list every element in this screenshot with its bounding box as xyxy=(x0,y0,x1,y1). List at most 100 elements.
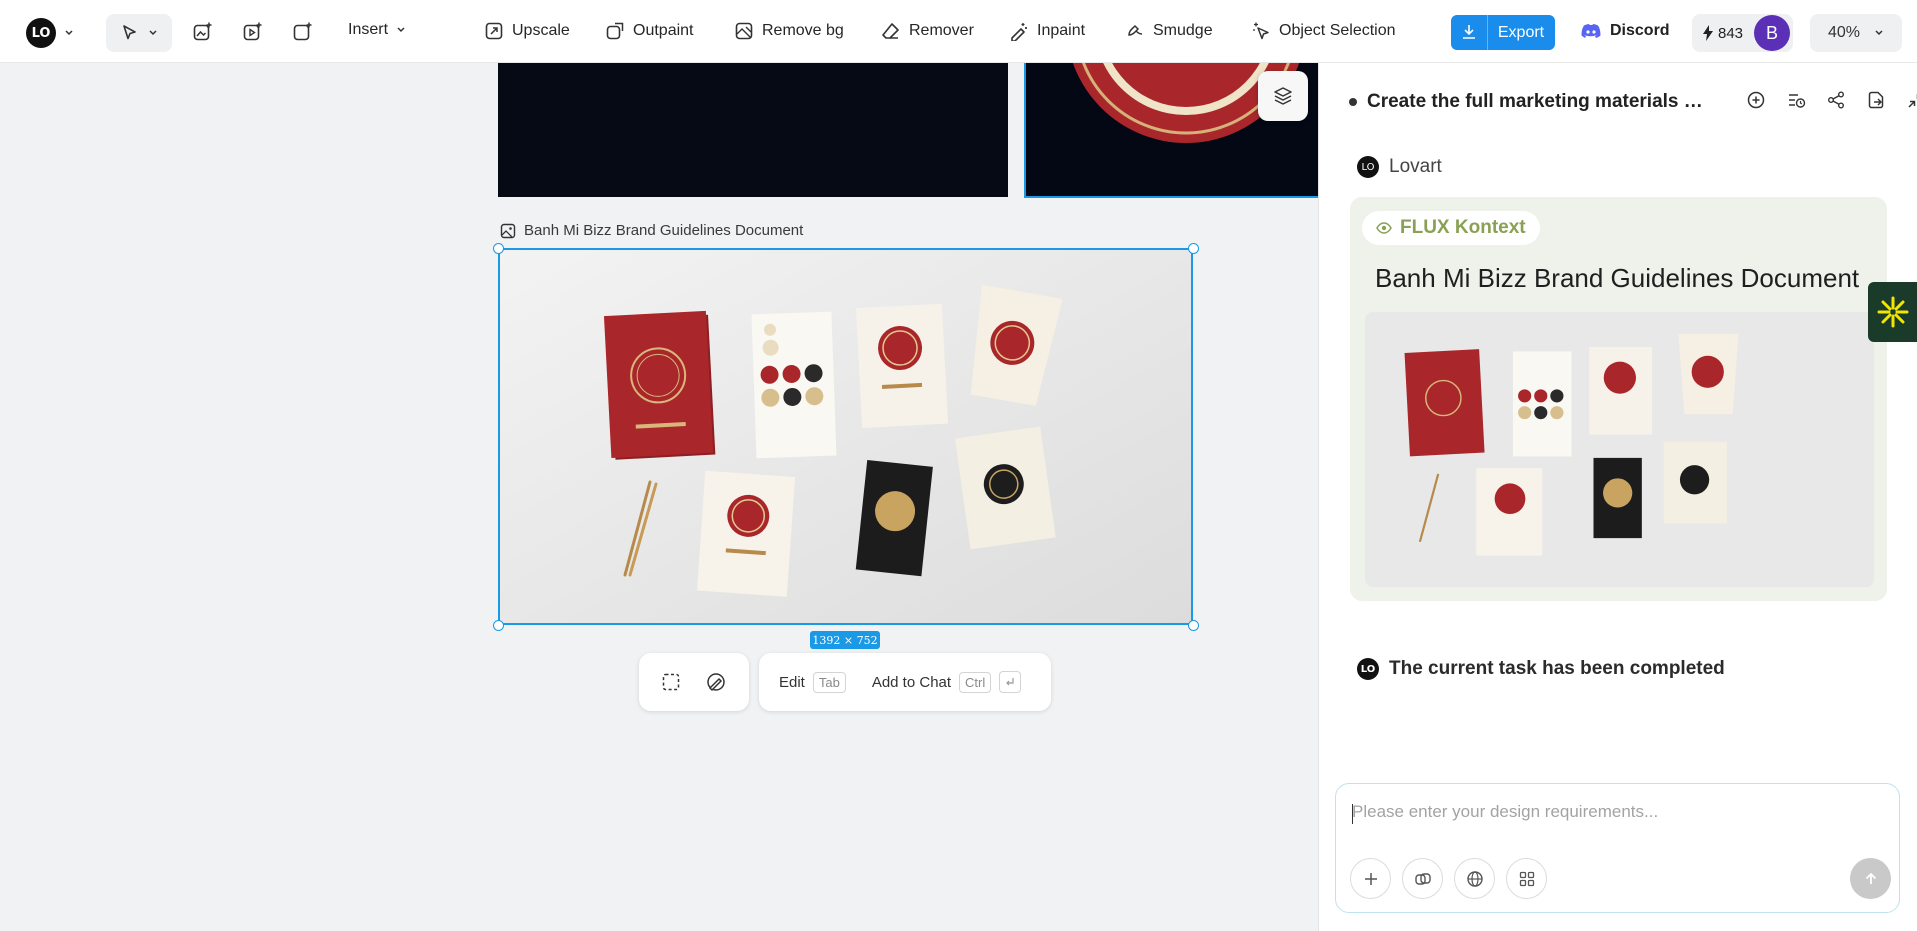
eye-icon xyxy=(1376,222,1392,234)
remover-label: Remover xyxy=(909,22,974,39)
design-canvas[interactable]: Banh Mi Bizz Brand Guidelines Document 1… xyxy=(0,63,1318,931)
eraser-icon xyxy=(882,23,899,39)
enter-key-icon xyxy=(999,671,1022,693)
image-icon xyxy=(500,223,516,238)
add-to-chat-shortcut-key: Ctrl xyxy=(959,671,992,693)
object-selection-icon xyxy=(1253,22,1269,40)
insert-menu[interactable]: Insert xyxy=(348,21,406,39)
outpaint-icon xyxy=(606,22,624,40)
attach-button[interactable] xyxy=(1350,858,1391,899)
selected-image-frame[interactable] xyxy=(498,248,1193,625)
globe-icon xyxy=(1466,870,1483,887)
plus-icon xyxy=(1364,872,1377,885)
resize-handle-top-right[interactable] xyxy=(1188,243,1199,254)
history-icon xyxy=(1789,94,1806,108)
lightning-icon xyxy=(1703,25,1713,41)
user-avatar[interactable]: B xyxy=(1754,15,1790,51)
inpaint-label: Inpaint xyxy=(1037,22,1086,39)
export-label: Export xyxy=(1497,23,1545,41)
discord-link[interactable]: Discord xyxy=(1580,22,1670,40)
collapse-panel-button[interactable] xyxy=(1905,89,1917,111)
result-title: Banh Mi Bizz Brand Guidelines Document xyxy=(1375,263,1860,293)
select-tool-button[interactable] xyxy=(106,14,172,52)
zoom-level: 40% xyxy=(1827,24,1861,41)
video-plus-icon xyxy=(243,22,262,41)
canvas-image-dark[interactable] xyxy=(498,63,1008,197)
chat-input[interactable] xyxy=(1352,802,1872,822)
assistant-side-tab[interactable] xyxy=(1868,282,1917,342)
web-search-button[interactable] xyxy=(1454,858,1495,899)
task-status-text: The current task has been completed xyxy=(1389,658,1725,679)
generation-result-card[interactable]: FLUX Kontext Banh Mi Bizz Brand Guidelin… xyxy=(1350,197,1887,601)
remove-bg-button[interactable]: Remove bg xyxy=(734,21,844,41)
export-button[interactable]: Export xyxy=(1451,15,1555,50)
share-button[interactable] xyxy=(1825,89,1847,111)
header-actions xyxy=(1745,89,1917,111)
conversation-title[interactable]: Create the full marketing materials to..… xyxy=(1367,91,1707,113)
apps-button[interactable] xyxy=(1506,858,1547,899)
layers-button[interactable] xyxy=(1258,71,1308,121)
inpaint-button[interactable]: Inpaint xyxy=(1009,21,1085,41)
marquee-select-button[interactable] xyxy=(661,672,681,692)
assistant-logo-icon: LO xyxy=(1357,156,1379,178)
edit-shortcut-key: Tab xyxy=(812,671,846,693)
link-icon xyxy=(1414,872,1431,885)
magic-edit-icon xyxy=(707,673,725,692)
status-dot xyxy=(1349,98,1357,106)
link-button[interactable] xyxy=(1402,858,1443,899)
resize-handle-top-left[interactable] xyxy=(493,243,504,254)
collapse-icon xyxy=(1908,94,1917,108)
smudge-button[interactable]: Smudge xyxy=(1125,21,1213,41)
download-icon xyxy=(1463,25,1475,39)
magic-edit-button[interactable] xyxy=(705,671,727,693)
upscale-button[interactable]: Upscale xyxy=(484,21,570,41)
history-button[interactable] xyxy=(1785,89,1807,111)
chevron-down-icon xyxy=(149,30,157,36)
new-chat-button[interactable] xyxy=(1745,89,1767,111)
layers-icon xyxy=(1274,87,1292,105)
image-title-text: Banh Mi Bizz Brand Guidelines Document xyxy=(524,222,804,239)
share-icon xyxy=(1828,91,1844,109)
assistant-header: LO Lovart xyxy=(1357,156,1442,178)
image-dimensions-badge: 1392 × 752 xyxy=(810,631,880,649)
smudge-label: Smudge xyxy=(1153,22,1213,39)
add-video-button[interactable] xyxy=(241,20,265,44)
outpaint-button[interactable]: Outpaint xyxy=(605,21,693,41)
image-title-label[interactable]: Banh Mi Bizz Brand Guidelines Document xyxy=(500,222,803,239)
chat-panel-header: Create the full marketing materials to..… xyxy=(1349,87,1917,117)
result-thumbnail[interactable] xyxy=(1365,312,1874,587)
export-file-button[interactable] xyxy=(1865,89,1887,111)
add-to-chat-button[interactable]: Add to Chat xyxy=(872,674,951,691)
image-edit-actions: Edit Tab Add to Chat Ctrl xyxy=(759,653,1051,711)
cursor-icon xyxy=(123,25,136,40)
inpaint-icon xyxy=(1011,23,1027,41)
add-frame-button[interactable] xyxy=(291,20,315,44)
composer-tools xyxy=(1350,858,1547,899)
send-button[interactable] xyxy=(1850,858,1891,899)
object-selection-label: Object Selection xyxy=(1279,22,1396,39)
object-selection-button[interactable]: Object Selection xyxy=(1251,21,1396,41)
arrow-up-icon xyxy=(1865,872,1876,884)
outpaint-label: Outpaint xyxy=(633,22,694,39)
chevron-down-icon xyxy=(397,27,405,33)
brand-mockup-image xyxy=(500,250,1191,623)
resize-handle-bottom-right[interactable] xyxy=(1188,620,1199,631)
edit-button[interactable]: Edit xyxy=(779,674,805,691)
assistant-logo-icon: LO xyxy=(1357,658,1379,680)
zoom-select[interactable]: 40% xyxy=(1810,14,1902,52)
chevron-down-icon xyxy=(1875,30,1883,36)
remover-button[interactable]: Remover xyxy=(881,21,974,41)
grid-icon xyxy=(1519,871,1534,886)
insert-label: Insert xyxy=(348,21,389,38)
remove-bg-label: Remove bg xyxy=(762,22,844,39)
resize-handle-bottom-left[interactable] xyxy=(493,620,504,631)
add-image-button[interactable] xyxy=(191,20,215,44)
export-divider xyxy=(1487,15,1488,50)
discord-icon xyxy=(1581,24,1601,38)
marquee-select-icon xyxy=(662,673,680,691)
chevron-down-icon[interactable] xyxy=(64,28,74,38)
chat-plus-icon xyxy=(1747,91,1765,109)
chat-panel: Create the full marketing materials to..… xyxy=(1318,63,1917,931)
image-quick-actions xyxy=(639,653,749,711)
lovart-logo[interactable]: LO xyxy=(26,18,56,48)
